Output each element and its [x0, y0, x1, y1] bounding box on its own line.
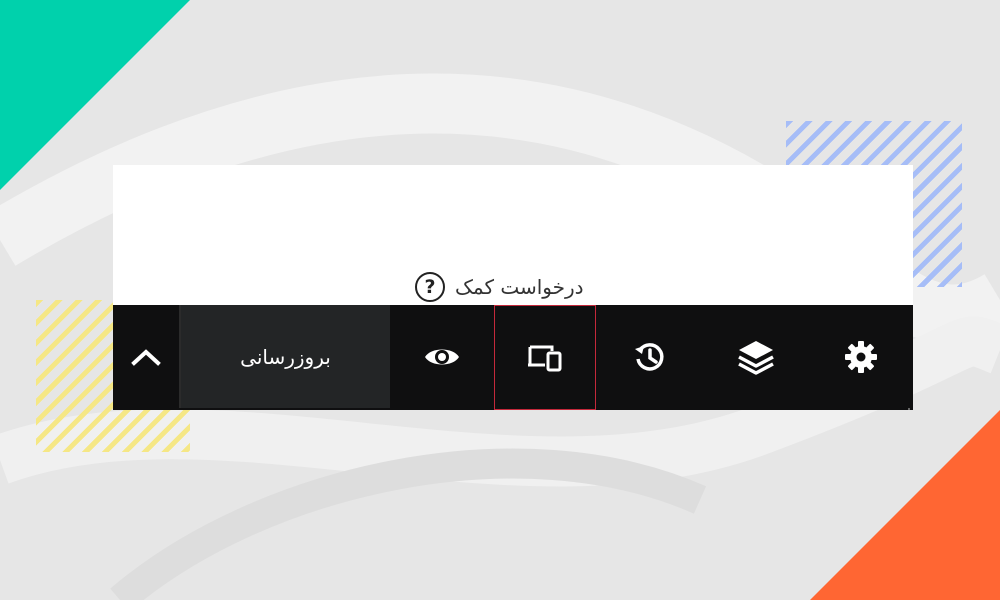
teal-corner-decoration [0, 0, 190, 190]
navigator-layers-button[interactable] [703, 305, 808, 408]
chevron-up-icon [131, 348, 161, 366]
editor-footer-toolbar: بروزرسانی [113, 305, 913, 410]
help-request-label: درخواست کمک [455, 275, 584, 299]
editor-panel: درخواست کمک ? بروزرسانی [113, 165, 913, 410]
responsive-mode-button[interactable] [494, 305, 596, 410]
gear-icon [845, 340, 877, 373]
update-button-label: بروزرسانی [240, 344, 331, 369]
help-request-link[interactable]: درخواست کمک ? [415, 270, 584, 304]
preview-button[interactable] [391, 305, 493, 408]
update-button[interactable]: بروزرسانی [181, 305, 390, 408]
toolbar-corner-mark [908, 408, 910, 410]
devices-icon [528, 345, 562, 371]
history-icon [634, 342, 664, 371]
question-circle-icon: ? [415, 272, 445, 302]
history-button[interactable] [597, 305, 702, 408]
settings-button[interactable] [809, 305, 913, 408]
collapse-button[interactable] [113, 305, 181, 408]
orange-corner-decoration [810, 410, 1000, 600]
layers-icon [737, 340, 774, 375]
eye-icon [425, 349, 459, 364]
